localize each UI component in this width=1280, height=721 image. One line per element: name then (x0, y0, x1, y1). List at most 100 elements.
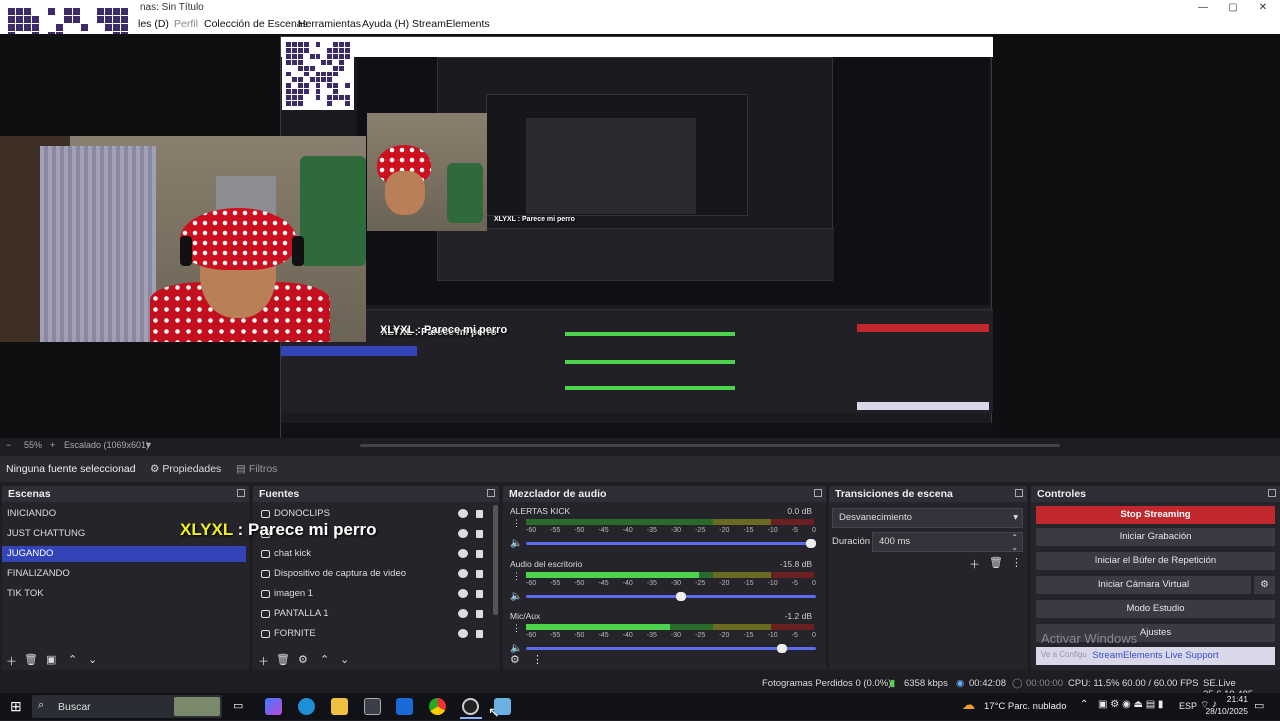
stop-streaming-button[interactable]: Stop Streaming (1036, 506, 1275, 524)
add-transition-button[interactable]: ＋ (969, 556, 980, 572)
visibility-eye-icon[interactable] (458, 629, 468, 638)
preview-canvas[interactable]: XLYXL : Parece mi perro XLYXL : Parece m… (0, 34, 1280, 439)
controls-header: Controles (1031, 486, 1280, 502)
zoom-in-button[interactable]: + (50, 440, 55, 450)
lock-icon[interactable] (476, 550, 483, 558)
remove-source-button[interactable]: 🗑 (276, 653, 290, 666)
menu-tools[interactable]: Herramientas (298, 18, 361, 30)
language-indicator[interactable]: ESP (1179, 701, 1197, 711)
task-view-icon[interactable]: ▭ (233, 699, 243, 712)
lock-icon[interactable] (476, 610, 483, 618)
taskbar-search[interactable]: ⌕ Buscar (32, 695, 222, 718)
virtual-camera-settings-icon[interactable]: ⚙ (1254, 576, 1275, 594)
visibility-eye-icon[interactable] (458, 609, 468, 618)
lock-icon[interactable] (476, 530, 483, 538)
sources-scrollbar[interactable] (493, 505, 498, 615)
weather-text[interactable]: 17°C Parc. nublado (984, 701, 1067, 712)
scene-item-tik-tok[interactable]: TIK TOK (2, 586, 246, 602)
channel-menu-icon[interactable]: ⋮ (512, 571, 521, 582)
volume-slider[interactable] (526, 539, 816, 548)
scaling-dropdown-icon[interactable]: ▼ (144, 440, 153, 450)
file-explorer-icon[interactable] (331, 698, 348, 715)
duration-input[interactable]: 400 ms ⌃ ⌄ (872, 532, 1023, 552)
meter-tick: -60 (526, 632, 537, 639)
menu-help[interactable]: Ayuda (H) (362, 18, 409, 30)
source-item[interactable]: imagen 1 (258, 586, 494, 602)
nested-overlay-text-2: XLYXL : Parece mi perro (494, 216, 575, 223)
lock-icon[interactable] (476, 630, 483, 638)
menu-edit[interactable]: les (D) (138, 18, 169, 30)
store-icon[interactable] (364, 698, 381, 715)
source-item[interactable]: chat kick (258, 546, 494, 562)
visibility-eye-icon[interactable] (458, 529, 468, 538)
volume-slider[interactable] (526, 644, 816, 653)
speaker-icon[interactable]: 🔈 (510, 591, 522, 602)
lock-icon[interactable] (476, 590, 483, 598)
windows-start-icon[interactable]: ⊞ (10, 698, 22, 715)
mixer-menu-icon[interactable]: ⋮ (532, 653, 543, 666)
zoom-out-button[interactable]: − (6, 440, 11, 450)
channel-menu-icon[interactable]: ⋮ (512, 623, 521, 634)
add-source-button[interactable]: ＋ (258, 653, 269, 669)
filters-button[interactable]: ▤ Filtros (236, 463, 277, 475)
move-down-scene-button[interactable]: ⌄ (88, 653, 97, 666)
add-scene-button[interactable]: ＋ (6, 653, 17, 669)
undock-icon[interactable] (1015, 489, 1023, 497)
menu-profile[interactable]: Perfil (174, 18, 198, 30)
source-item[interactable]: FORNITE (258, 626, 494, 642)
volume-knob[interactable] (675, 592, 686, 601)
undock-icon[interactable] (814, 489, 822, 497)
volume-knob[interactable] (806, 539, 816, 548)
source-item[interactable]: Dispositivo de captura de video (258, 566, 494, 582)
visibility-eye-icon[interactable] (458, 549, 468, 558)
menu-streamelements[interactable]: StreamElements (412, 18, 490, 30)
spin-down-icon[interactable]: ⌄ (1011, 539, 1018, 557)
clock-date[interactable]: 28/10/2025 (1196, 706, 1248, 716)
properties-button[interactable]: ⚙ Propiedades (150, 463, 221, 475)
tray-app-icons[interactable]: ▣ ⚙ ◉ ⏏ ▤ ▮ (1098, 699, 1163, 710)
source-item[interactable]: PANTALLA 1 (258, 606, 494, 622)
studio-mode-button[interactable]: Modo Estudio (1036, 600, 1275, 618)
start-recording-button[interactable]: Iniciar Grabación (1036, 528, 1275, 546)
move-up-scene-button[interactable]: ⌃ (68, 653, 77, 666)
mixer-settings-icon[interactable]: ⚙ (510, 653, 520, 666)
visibility-eye-icon[interactable] (458, 509, 468, 518)
menu-scene-collection[interactable]: Colección de Escenas (204, 18, 308, 30)
copilot-icon[interactable] (265, 698, 282, 715)
chrome-icon[interactable] (429, 698, 446, 715)
scene-item-jugando[interactable]: JUGANDO (2, 546, 246, 562)
undock-icon[interactable] (487, 489, 495, 497)
tray-chevron-icon[interactable]: ⌃ (1080, 699, 1088, 710)
close-button[interactable]: ✕ (1248, 1, 1278, 15)
volume-knob[interactable] (777, 644, 787, 653)
visibility-eye-icon[interactable] (458, 569, 468, 578)
undock-icon[interactable] (1268, 489, 1276, 497)
replay-buffer-button[interactable]: Iniciar el Búfer de Repetición (1036, 552, 1275, 570)
notifications-icon[interactable]: ▭ (1254, 699, 1264, 712)
meter-tick: 0 (811, 580, 816, 587)
channel-menu-icon[interactable]: ⋮ (512, 518, 521, 529)
clock-time[interactable]: 21:41 (1200, 694, 1248, 704)
source-properties-button[interactable]: ⚙ (298, 653, 308, 666)
preview-scrollbar[interactable] (360, 444, 1060, 447)
maximize-button[interactable]: ▢ (1218, 1, 1248, 15)
scene-filters-button[interactable]: ▣ (46, 653, 56, 666)
transition-select[interactable]: Desvanecimiento ▾ (832, 508, 1023, 528)
virtual-camera-button[interactable]: Iniciar Cámara Virtual (1036, 576, 1251, 594)
scene-item-finalizando[interactable]: FINALIZANDO (2, 566, 246, 582)
remove-transition-button[interactable]: 🗑 (989, 556, 1003, 569)
volume-slider[interactable] (526, 592, 816, 601)
minimize-button[interactable]: — (1188, 1, 1218, 15)
outlook-icon[interactable] (396, 698, 413, 715)
undock-icon[interactable] (237, 489, 245, 497)
lock-icon[interactable] (476, 510, 483, 518)
move-up-source-button[interactable]: ⌃ (320, 653, 329, 666)
visibility-eye-icon[interactable] (458, 589, 468, 598)
edge-icon[interactable] (298, 698, 315, 715)
obs-icon[interactable] (462, 698, 479, 715)
move-down-source-button[interactable]: ⌄ (340, 653, 349, 666)
transition-menu-icon[interactable]: ⋮ (1011, 556, 1022, 569)
lock-icon[interactable] (476, 570, 483, 578)
speaker-icon[interactable]: 🔈 (510, 538, 522, 549)
remove-scene-button[interactable]: 🗑 (24, 653, 38, 666)
